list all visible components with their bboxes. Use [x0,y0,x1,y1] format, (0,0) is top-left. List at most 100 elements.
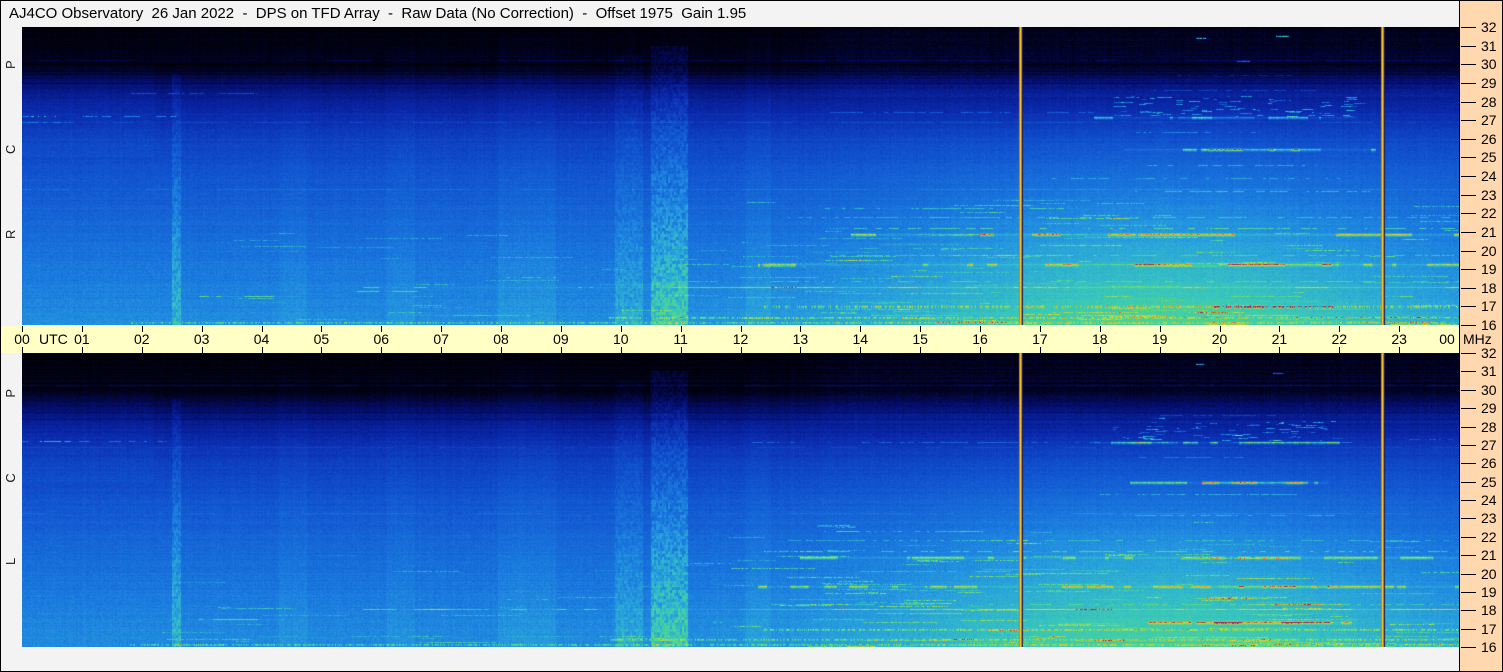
freq-tick [1461,353,1476,354]
freq-tick [1461,288,1476,289]
hour-label: 13 [792,331,809,347]
freq-tick [1461,306,1476,307]
freq-label: 29 [1481,400,1497,416]
freq-tick [1461,518,1476,519]
freq-label: 20 [1481,243,1497,259]
lcp-spectrogram-canvas [22,353,1459,647]
freq-label: 19 [1481,584,1497,600]
time-axis [1,326,1459,353]
freq-label: 16 [1481,317,1497,333]
hour-label: 19 [1151,331,1168,347]
lcp-polarization-label: L C P [3,352,18,565]
freq-tick [1461,445,1476,446]
rcp-polarization-label: R C P [3,24,18,239]
axis-separator-line [1459,1,1460,671]
freq-tick [1461,647,1476,648]
freq-label: 17 [1481,298,1497,314]
freq-label: 22 [1481,205,1497,221]
freq-label: 23 [1481,187,1497,203]
freq-label: 21 [1481,224,1497,240]
freq-tick [1461,574,1476,575]
freq-label: 18 [1481,602,1497,618]
hour-label: 09 [553,331,569,347]
freq-label: 28 [1481,94,1497,110]
hour-label: 08 [493,331,509,347]
page-title: AJ4CO Observatory 26 Jan 2022 - DPS on T… [9,5,747,22]
freq-label: 20 [1481,566,1497,582]
freq-label: 19 [1481,261,1497,277]
freq-label: 16 [1481,639,1497,655]
freq-label: 21 [1481,547,1497,563]
freq-label: 26 [1481,131,1497,147]
freq-tick [1461,592,1476,593]
freq-tick [1461,408,1476,409]
freq-label: 27 [1481,437,1497,453]
freq-label: 31 [1481,363,1497,379]
hour-label: 00 [14,331,30,347]
freq-label: 22 [1481,529,1497,545]
freq-tick [1461,427,1476,428]
hour-label: 17 [1032,331,1048,347]
freq-tick [1461,232,1476,233]
hour-label: 04 [253,331,270,347]
hour-label: 12 [732,331,749,347]
hour-label: 22 [1331,331,1348,347]
freq-tick [1461,500,1476,501]
freq-tick [1461,463,1476,464]
freq-label: 30 [1481,56,1497,72]
hour-label: 23 [1391,331,1407,347]
freq-label: 18 [1481,280,1497,296]
freq-label: 26 [1481,455,1497,471]
hour-tick [1459,326,1460,332]
freq-tick [1461,610,1476,611]
hour-label: 10 [612,331,629,347]
hour-label: 05 [313,331,330,347]
freq-tick [1461,537,1476,538]
hour-label: 01 [74,331,90,347]
hour-label: 11 [673,331,688,347]
freq-tick [1461,371,1476,372]
freq-tick [1461,102,1476,103]
freq-tick [1461,139,1476,140]
freq-tick [1461,27,1476,28]
freq-tick [1461,83,1476,84]
freq-tick [1461,325,1476,326]
freq-label: 32 [1481,19,1497,35]
hour-label: 06 [373,331,390,347]
hour-label: 07 [433,331,449,347]
freq-tick [1461,269,1476,270]
freq-label: 32 [1481,345,1497,361]
freq-label: 27 [1481,112,1497,128]
freq-tick [1461,120,1476,121]
bottom-margin [1,647,1459,671]
freq-label: 17 [1481,621,1497,637]
title-bar: AJ4CO Observatory 26 Jan 2022 - DPS on T… [1,1,1459,27]
freq-label: 24 [1481,492,1497,508]
freq-label: 25 [1481,474,1497,490]
freq-label: 29 [1481,75,1497,91]
hour-label: 15 [912,331,928,347]
freq-tick [1461,64,1476,65]
freq-label: 24 [1481,168,1497,184]
freq-tick [1461,157,1476,158]
freq-label: 25 [1481,149,1497,165]
freq-label: 23 [1481,510,1497,526]
hour-label: 03 [193,331,210,347]
freq-tick [1461,555,1476,556]
freq-tick [1461,390,1476,391]
freq-tick [1461,629,1476,630]
spectrograph-window: AJ4CO Observatory 26 Jan 2022 - DPS on T… [0,0,1503,672]
freq-label: 28 [1481,419,1497,435]
utc-unit-label: UTC [39,331,68,347]
freq-label: 30 [1481,382,1497,398]
freq-tick [1461,482,1476,483]
freq-label: 31 [1481,38,1497,54]
freq-tick [1461,213,1476,214]
hour-label: 14 [852,331,869,347]
hour-label: 20 [1211,331,1228,347]
freq-tick [1461,251,1476,252]
freq-tick [1461,195,1476,196]
freq-tick [1461,46,1476,47]
hour-label: 00 [1439,331,1455,347]
hour-label: 18 [1091,331,1108,347]
